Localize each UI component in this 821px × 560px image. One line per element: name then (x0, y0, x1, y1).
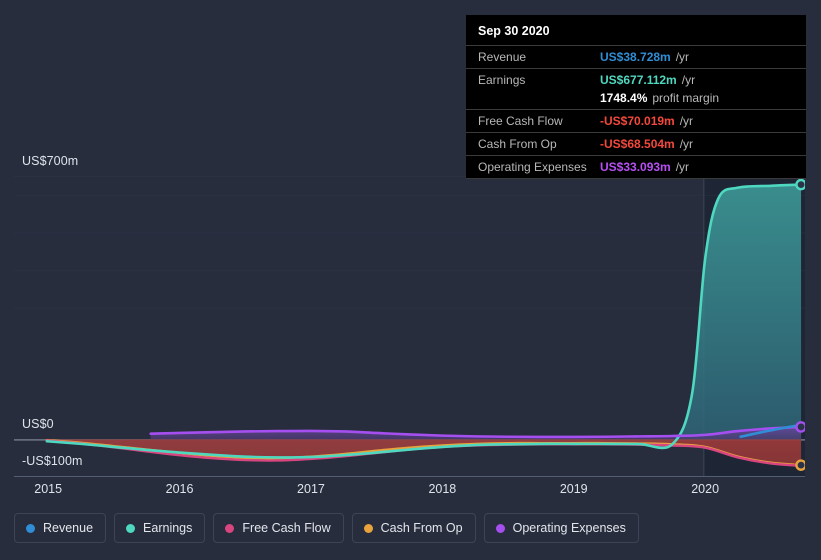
series-line-earnings (45, 183, 803, 459)
plot-area[interactable] (14, 176, 805, 477)
tooltip-row-unit: /yr (679, 137, 694, 151)
tooltip-row-label: Free Cash Flow (478, 114, 563, 128)
tooltip-row-label: Operating Expenses (478, 160, 587, 174)
tooltip-row-value: US$38.728m/yr (600, 50, 690, 64)
endpoint-marker-cash-from-op (795, 459, 805, 471)
tooltip-row-unit: /yr (681, 73, 696, 87)
chart-legend[interactable]: Revenue Earnings Free Cash Flow Cash From O… (14, 513, 639, 543)
endpoint-marker-earnings (795, 178, 805, 191)
y-axis-label-top: US$700m (22, 154, 79, 168)
tooltip-row-unit: /yr (679, 114, 694, 128)
x-axis-tick-label: 2019 (559, 482, 588, 496)
financial-chart: US$700m US$0 -US$100m 2015 2016 2017 201… (0, 0, 821, 560)
legend-color-dot-icon (363, 523, 373, 533)
tooltip-row-label: Revenue (478, 50, 527, 64)
legend-color-dot-icon (26, 523, 35, 533)
legend-item-revenue[interactable]: Revenue (14, 513, 107, 543)
legend-item-earnings[interactable]: Earnings (114, 513, 206, 543)
tooltip-row-label: Cash From Op (478, 137, 557, 151)
legend-item-free-cash-flow[interactable]: Free Cash Flow (213, 513, 344, 543)
tooltip-row-value: -US$70.019m/yr (600, 114, 694, 128)
tooltip-row: Free Cash Flow -US$70.019m/yr (466, 109, 806, 132)
x-axis-tick-label: 2015 (34, 482, 63, 496)
legend-item-label: Free Cash Flow (242, 521, 331, 535)
tooltip-footer-rule (466, 178, 806, 179)
x-axis-tick-label: 2020 (691, 482, 720, 496)
tooltip-row-value: US$33.093m/yr (600, 160, 690, 174)
tooltip-date: Sep 30 2020 (478, 24, 550, 38)
legend-color-dot-icon (225, 523, 235, 533)
tooltip-row-value: -US$68.504m/yr (600, 137, 694, 151)
tooltip-row-value: US$677.112m/yr (600, 73, 696, 87)
legend-item-cash-from-op[interactable]: Cash From Op (351, 513, 476, 543)
tooltip-row: Earnings US$677.112m/yr (466, 68, 806, 91)
plot-svg (14, 176, 805, 477)
tooltip-row-unit: /yr (675, 160, 690, 174)
legend-item-label: Operating Expenses (512, 521, 626, 535)
tooltip-rows: Revenue US$38.728m/yr Earnings US$677.112m /… (466, 45, 806, 178)
tooltip-row-value: 1748.4% profit margin (600, 91, 720, 105)
x-axis-tick-label: 2016 (165, 482, 194, 496)
x-axis: 2015 2016 2017 2018 2019 2020 (0, 478, 821, 504)
tooltip-row: Revenue US$38.728m/yr (466, 45, 806, 68)
legend-item-operating-expenses[interactable]: Operating Expenses (483, 513, 639, 543)
legend-item-label: Revenue (43, 521, 94, 535)
tooltip-row: 1748.4% profit margin (466, 91, 806, 109)
tooltip-row: Operating Expenses US$33.093m/yr (466, 155, 806, 178)
endpoint-marker-operating-expenses (795, 421, 805, 433)
tooltip-row-unit: /yr (675, 50, 690, 64)
x-axis-tick-label: 2017 (297, 482, 325, 496)
legend-item-label: Cash From Op (380, 521, 463, 535)
legend-color-dot-icon (126, 523, 136, 533)
legend-color-dot-icon (495, 523, 505, 533)
x-axis-tick-label: 2018 (428, 482, 457, 496)
legend-item-label: Earnings (143, 521, 193, 535)
tooltip-row: Cash From Op -US$68.504m/yr (466, 132, 806, 155)
data-tooltip: Sep 30 2020 Revenue US$38.728m/yr Earnings… (466, 15, 806, 179)
tooltip-row-unit: profit margin (652, 91, 720, 105)
tooltip-row-label: Earnings (478, 73, 526, 87)
